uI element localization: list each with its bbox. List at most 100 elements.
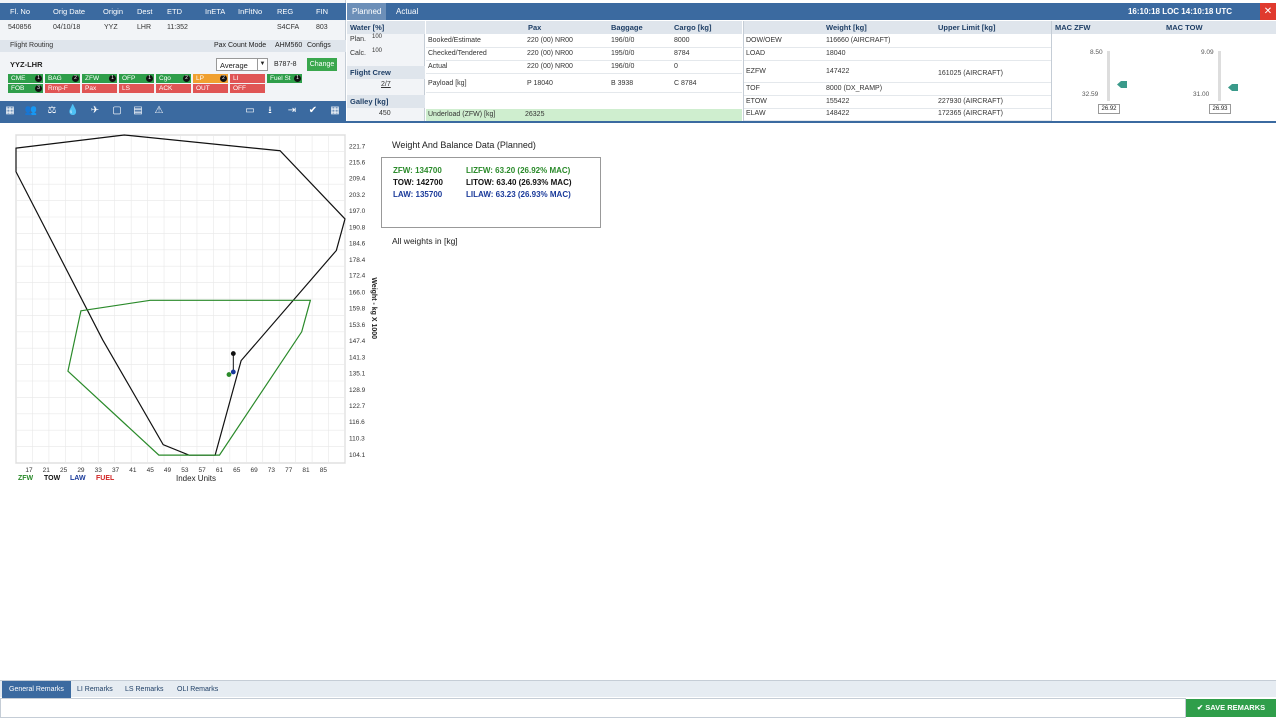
reg-value: S4CFA xyxy=(277,24,300,31)
tab-actual[interactable]: Actual xyxy=(391,3,423,20)
status-tag-label: OUT xyxy=(196,85,210,92)
checkmark-icon[interactable]: ✔ xyxy=(306,104,320,118)
status-tag-rmp-f[interactable]: Rmp-F xyxy=(45,84,80,93)
mac-tow-track xyxy=(1218,51,1221,101)
dest-value: LHR xyxy=(137,24,152,31)
status-tag-pax[interactable]: Pax xyxy=(82,84,117,93)
header-in-eta: InETA xyxy=(205,7,226,16)
wb-title: Weight And Balance Data (Planned) xyxy=(392,140,536,150)
status-tag-ls[interactable]: LS xyxy=(119,84,154,93)
table-row: Booked/Estimate 220 (00) NR00 196/0/0 80… xyxy=(426,35,742,48)
cargo-cell: 0 xyxy=(674,63,678,70)
x-tick-label: 69 xyxy=(250,467,258,474)
tab-planned[interactable]: Planned xyxy=(347,3,387,20)
change-config-button[interactable]: Change xyxy=(307,58,337,71)
status-tag-fuel-st[interactable]: Fuel St 1 xyxy=(267,74,302,83)
remarks-input[interactable] xyxy=(0,698,1186,718)
x-tick-label: 33 xyxy=(95,467,103,474)
status-tag-ack[interactable]: ACK xyxy=(156,84,191,93)
flight-crew-value[interactable]: 2/7 xyxy=(381,81,391,88)
mac-header: MAC ZFW MAC TOW xyxy=(1052,21,1276,34)
y-tick-label: 116.6 xyxy=(349,419,365,426)
mac-zfw-track xyxy=(1107,51,1110,101)
galley-header: Galley [kg] xyxy=(347,95,425,108)
y-tick-label: 190.8 xyxy=(349,224,366,231)
x-tick-label: 49 xyxy=(164,467,172,474)
lizfw-value: LIZFW: 63.20 (26.92% MAC) xyxy=(466,166,571,175)
close-icon[interactable]: ✕ xyxy=(1260,3,1276,20)
weight-table: Weight [kg] Upper Limit [kg] DOW/OEW 116… xyxy=(743,21,1051,121)
users-icon[interactable]: 👥 xyxy=(24,104,38,118)
galley-value[interactable]: 450 xyxy=(379,110,391,117)
mac-panel: MAC ZFW MAC TOW 8.50 32.59 26.92 9.09 31… xyxy=(1051,21,1276,121)
status-tag-cme[interactable]: CME 1 xyxy=(8,74,43,83)
fin-value: 803 xyxy=(316,24,328,31)
law-value: LAW: 135700 xyxy=(393,190,443,199)
load-table-header: Pax Baggage Cargo [kg] xyxy=(426,21,742,34)
status-tag-li[interactable]: LI xyxy=(230,74,265,83)
status-tag-label: LP xyxy=(196,75,204,82)
tab-ls-remarks[interactable]: LS Remarks xyxy=(118,681,171,698)
document-icon[interactable]: ▭ xyxy=(243,104,257,118)
status-tag-ofp[interactable]: OFP 1 xyxy=(119,74,154,83)
trim-icon[interactable]: ⚠ xyxy=(152,104,166,118)
fuel-drop-icon[interactable]: 💧 xyxy=(66,104,80,118)
y-tick-label: 141.3 xyxy=(349,354,366,361)
weight-cell: 8000 (DX_RAMP) xyxy=(826,85,883,92)
mode-tab-bar: Planned Actual 16:10:18 LOC 14:10:18 UTC… xyxy=(347,3,1276,20)
status-tag-lp[interactable]: LP 2 xyxy=(193,74,228,83)
weight-cell: 18040 xyxy=(826,50,846,57)
flight-info-panel: Fl. No Orig Date Origin Dest ETD InETA I… xyxy=(0,0,346,122)
tow-value: TOW: 142700 xyxy=(393,178,443,187)
flight-toolbar: ▦ 👥 ⚖ 💧 ✈ ▢ ▤ ⚠ ▭ ⭳ ⇥ ✔ ▦ xyxy=(0,101,346,121)
doc-out-icon[interactable]: ⇥ xyxy=(285,104,299,118)
plane-circle-icon[interactable]: ✈ xyxy=(88,104,102,118)
x-tick-label: 65 xyxy=(233,467,241,474)
pax-count-mode-select[interactable]: Average ▼ xyxy=(216,58,268,71)
x-tick-label: 25 xyxy=(60,467,68,474)
status-tag-label: CME xyxy=(11,75,26,82)
water-header: Water [%] xyxy=(347,21,425,34)
status-tag-cgo[interactable]: Cgo 2 xyxy=(156,74,191,83)
header-reg: REG xyxy=(277,7,294,16)
water-plan-value[interactable]: 100 xyxy=(372,34,382,40)
status-tag-label: Rmp-F xyxy=(48,85,68,92)
tab-oli-remarks[interactable]: OLI Remarks xyxy=(170,681,225,698)
download-icon[interactable]: ⭳ xyxy=(263,104,277,118)
row-label: EZFW xyxy=(746,68,766,75)
calculator-icon[interactable]: ▦ xyxy=(328,104,342,118)
pax-cell: 220 (00) NR00 xyxy=(527,50,573,57)
status-tag-bag[interactable]: BAG 2 xyxy=(45,74,80,83)
save-remarks-button[interactable]: ✔ SAVE REMARKS xyxy=(1186,699,1276,717)
load-table: Pax Baggage Cargo [kg] Booked/Estimate 2… xyxy=(426,21,742,121)
water-calc-value: 100 xyxy=(372,48,383,54)
table-row: LOAD 18040 xyxy=(744,48,1051,61)
y-tick-label: 122.7 xyxy=(349,403,366,410)
status-tag-out[interactable]: OUT xyxy=(193,84,228,93)
x-tick-label: 45 xyxy=(147,467,155,474)
row-label: LOAD xyxy=(746,50,766,57)
status-tag-off[interactable]: OFF xyxy=(230,84,265,93)
y-axis-title: Weight - kg X 1000 xyxy=(370,277,377,339)
grid-icon[interactable]: ▦ xyxy=(3,104,17,118)
x-tick-label: 73 xyxy=(268,467,276,474)
table-icon[interactable]: ▤ xyxy=(131,104,145,118)
status-tag-label: Cgo xyxy=(159,75,171,82)
row-label: DOW/OEW xyxy=(746,37,782,44)
y-tick-label: 135.1 xyxy=(349,371,366,378)
litow-value: LITOW: 63.40 (26.93% MAC) xyxy=(466,178,572,187)
status-tag-zfw[interactable]: ZFW 1 xyxy=(82,74,117,83)
mac-tow-marker[interactable] xyxy=(1228,84,1238,91)
flight-no-value: 540856 xyxy=(8,24,32,31)
clock: 16:10:18 LOC 14:10:18 UTC xyxy=(1127,7,1232,16)
x-tick-label: 17 xyxy=(25,467,33,474)
cargo-icon[interactable]: ▢ xyxy=(110,104,124,118)
mac-zfw-title: MAC ZFW xyxy=(1055,23,1091,32)
mac-zfw-marker[interactable] xyxy=(1117,81,1127,88)
scale-icon[interactable]: ⚖ xyxy=(45,104,59,118)
pax-count-mode-label: Pax Count Mode xyxy=(214,42,267,49)
tab-li-remarks[interactable]: LI Remarks xyxy=(70,681,120,698)
status-tag-count: 2 xyxy=(183,75,190,82)
status-tag-fob[interactable]: FOB 3 xyxy=(8,84,43,93)
tab-general-remarks[interactable]: General Remarks xyxy=(2,681,71,698)
